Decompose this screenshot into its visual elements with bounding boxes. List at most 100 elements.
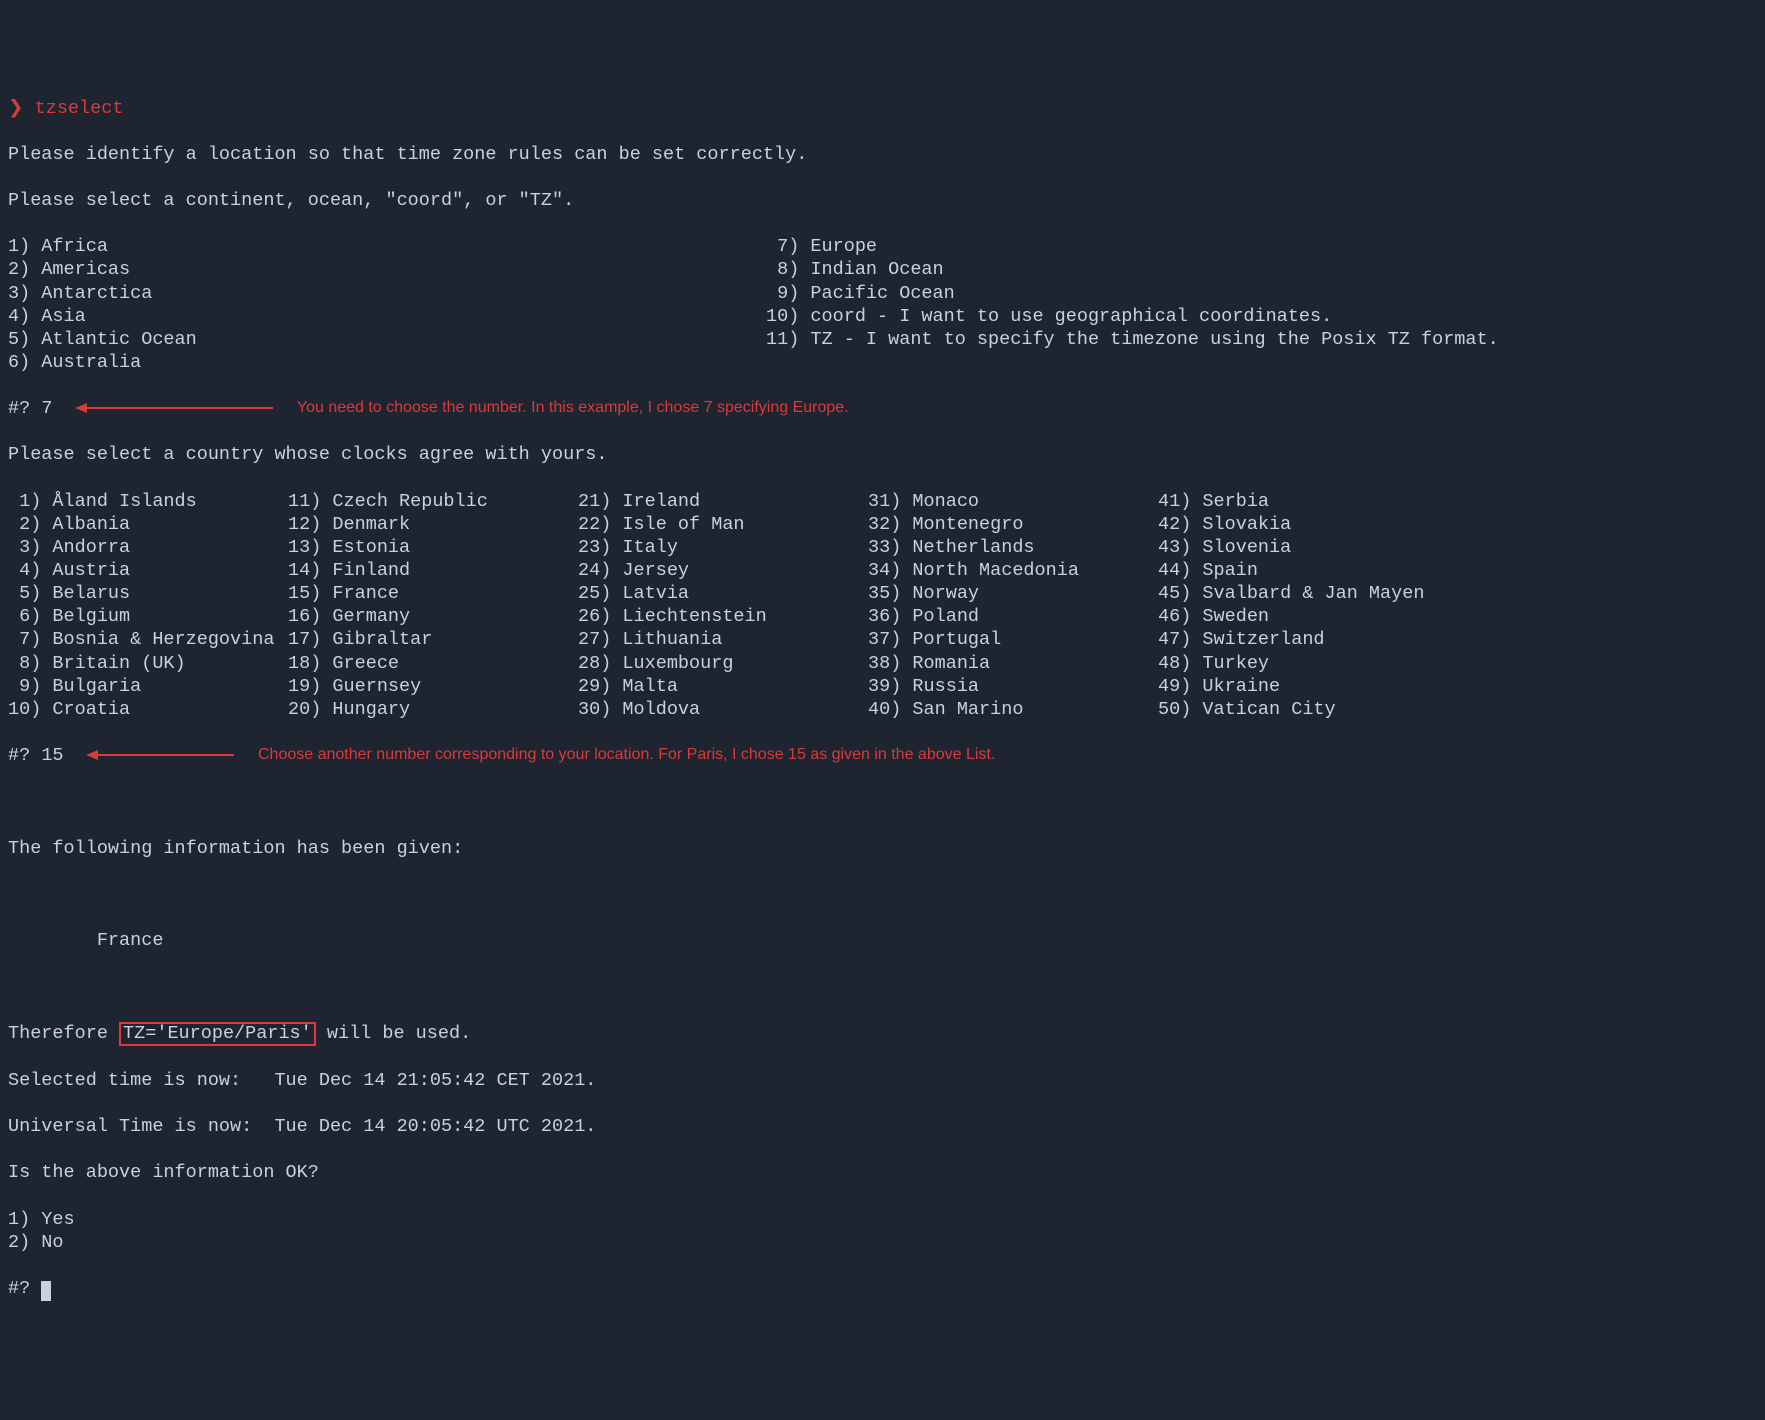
continent-list: 1) Africa 7) Europe2) Americas 8) Indian… xyxy=(8,235,1757,374)
input-row-1[interactable]: #? 7 You need to choose the number. In t… xyxy=(8,397,1757,420)
intro-line-2: Please select a continent, ocean, "coord… xyxy=(8,189,1757,212)
input-value-2: 15 xyxy=(41,745,63,766)
info-country: France xyxy=(8,929,1757,952)
country-row: 4) Austria14) Finland24) Jersey34) North… xyxy=(8,559,1757,582)
confirm-option[interactable]: 2) No xyxy=(8,1231,1757,1254)
country-item[interactable]: 30) Moldova xyxy=(578,698,868,721)
input-prompt-1: #? xyxy=(8,398,30,419)
country-item[interactable]: 5) Belarus xyxy=(8,582,288,605)
country-item[interactable]: 42) Slovakia xyxy=(1158,513,1291,536)
intro-line-1: Please identify a location so that time … xyxy=(8,143,1757,166)
country-item[interactable]: 23) Italy xyxy=(578,536,868,559)
country-item[interactable]: 35) Norway xyxy=(868,582,1158,605)
country-item[interactable]: 37) Portugal xyxy=(868,628,1158,651)
country-item[interactable]: 45) Svalbard & Jan Mayen xyxy=(1158,582,1424,605)
annotation-2: Choose another number corresponding to y… xyxy=(258,746,995,763)
continent-item[interactable]: 9) Pacific Ocean xyxy=(766,282,955,305)
continent-item[interactable]: 2) Americas xyxy=(8,258,766,281)
country-item[interactable]: 25) Latvia xyxy=(578,582,868,605)
input-row-2[interactable]: #? 15 Choose another number correspondin… xyxy=(8,744,1757,767)
country-item[interactable]: 18) Greece xyxy=(288,652,578,675)
country-item[interactable]: 36) Poland xyxy=(868,605,1158,628)
confirm-options: 1) Yes2) No xyxy=(8,1208,1757,1254)
country-item[interactable]: 12) Denmark xyxy=(288,513,578,536)
continent-row: 2) Americas 8) Indian Ocean xyxy=(8,258,1757,281)
country-item[interactable]: 21) Ireland xyxy=(578,490,868,513)
continent-row: 5) Atlantic Ocean11) TZ - I want to spec… xyxy=(8,328,1757,351)
country-item[interactable]: 7) Bosnia & Herzegovina xyxy=(8,628,288,651)
country-item[interactable]: 46) Sweden xyxy=(1158,605,1269,628)
continent-item[interactable]: 7) Europe xyxy=(766,235,877,258)
country-item[interactable]: 26) Liechtenstein xyxy=(578,605,868,628)
tz-value-box: TZ='Europe/Paris' xyxy=(119,1022,316,1046)
prompt-chevron: ❯ xyxy=(8,98,24,119)
input-row-3[interactable]: #? xyxy=(8,1277,1757,1300)
continent-item[interactable]: 5) Atlantic Ocean xyxy=(8,328,766,351)
continent-item[interactable]: 1) Africa xyxy=(8,235,766,258)
country-item[interactable]: 31) Monaco xyxy=(868,490,1158,513)
country-item[interactable]: 22) Isle of Man xyxy=(578,513,868,536)
country-item[interactable]: 48) Turkey xyxy=(1158,652,1269,675)
country-item[interactable]: 14) Finland xyxy=(288,559,578,582)
country-item[interactable]: 19) Guernsey xyxy=(288,675,578,698)
country-item[interactable]: 8) Britain (UK) xyxy=(8,652,288,675)
country-item[interactable]: 43) Slovenia xyxy=(1158,536,1291,559)
country-item[interactable]: 34) North Macedonia xyxy=(868,559,1158,582)
country-item[interactable]: 10) Croatia xyxy=(8,698,288,721)
country-row: 5) Belarus15) France25) Latvia35) Norway… xyxy=(8,582,1757,605)
therefore-suffix: will be used. xyxy=(316,1023,471,1044)
country-item[interactable]: 2) Albania xyxy=(8,513,288,536)
country-item[interactable]: 50) Vatican City xyxy=(1158,698,1336,721)
country-list: 1) Åland Islands11) Czech Republic21) Ir… xyxy=(8,490,1757,721)
continent-item[interactable]: 3) Antarctica xyxy=(8,282,766,305)
country-item[interactable]: 44) Spain xyxy=(1158,559,1258,582)
info-heading: The following information has been given… xyxy=(8,837,1757,860)
country-item[interactable]: 28) Luxembourg xyxy=(578,652,868,675)
cursor-icon xyxy=(41,1281,51,1301)
continent-item[interactable]: 8) Indian Ocean xyxy=(766,258,944,281)
country-item[interactable]: 39) Russia xyxy=(868,675,1158,698)
country-item[interactable]: 17) Gibraltar xyxy=(288,628,578,651)
confirm-option[interactable]: 1) Yes xyxy=(8,1208,1757,1231)
country-item[interactable]: 47) Switzerland xyxy=(1158,628,1325,651)
input-prompt-2: #? xyxy=(8,745,30,766)
country-item[interactable]: 32) Montenegro xyxy=(868,513,1158,536)
country-item[interactable]: 11) Czech Republic xyxy=(288,490,578,513)
country-item[interactable]: 3) Andorra xyxy=(8,536,288,559)
country-item[interactable]: 15) France xyxy=(288,582,578,605)
country-item[interactable]: 41) Serbia xyxy=(1158,490,1269,513)
country-item[interactable]: 13) Estonia xyxy=(288,536,578,559)
country-item[interactable]: 24) Jersey xyxy=(578,559,868,582)
command-text: tzselect xyxy=(35,98,124,119)
country-item[interactable]: 38) Romania xyxy=(868,652,1158,675)
continent-item[interactable]: 6) Australia xyxy=(8,351,766,374)
country-row: 7) Bosnia & Herzegovina17) Gibraltar27) … xyxy=(8,628,1757,651)
blank-line xyxy=(8,790,1757,813)
country-item[interactable]: 6) Belgium xyxy=(8,605,288,628)
country-item[interactable]: 40) San Marino xyxy=(868,698,1158,721)
country-row: 8) Britain (UK)18) Greece28) Luxembourg3… xyxy=(8,652,1757,675)
country-row: 1) Åland Islands11) Czech Republic21) Ir… xyxy=(8,490,1757,513)
country-row: 10) Croatia20) Hungary30) Moldova40) San… xyxy=(8,698,1757,721)
country-item[interactable]: 1) Åland Islands xyxy=(8,490,288,513)
country-item[interactable]: 20) Hungary xyxy=(288,698,578,721)
continent-item[interactable]: 4) Asia xyxy=(8,305,766,328)
country-item[interactable]: 4) Austria xyxy=(8,559,288,582)
country-row: 6) Belgium16) Germany26) Liechtenstein36… xyxy=(8,605,1757,628)
therefore-line: Therefore TZ='Europe/Paris' will be used… xyxy=(8,1022,1757,1046)
blank-line xyxy=(8,975,1757,998)
country-item[interactable]: 9) Bulgaria xyxy=(8,675,288,698)
country-item[interactable]: 29) Malta xyxy=(578,675,868,698)
country-item[interactable]: 27) Lithuania xyxy=(578,628,868,651)
blank-line xyxy=(8,883,1757,906)
country-item[interactable]: 16) Germany xyxy=(288,605,578,628)
continent-item[interactable]: 11) TZ - I want to specify the timezone … xyxy=(766,328,1499,351)
therefore-prefix: Therefore xyxy=(8,1023,119,1044)
continent-row: 1) Africa 7) Europe xyxy=(8,235,1757,258)
continent-item[interactable]: 10) coord - I want to use geographical c… xyxy=(766,305,1332,328)
annotation-1: You need to choose the number. In this e… xyxy=(297,399,849,416)
country-item[interactable]: 33) Netherlands xyxy=(868,536,1158,559)
continent-row: 4) Asia10) coord - I want to use geograp… xyxy=(8,305,1757,328)
arrow-icon xyxy=(75,401,275,415)
country-item[interactable]: 49) Ukraine xyxy=(1158,675,1280,698)
